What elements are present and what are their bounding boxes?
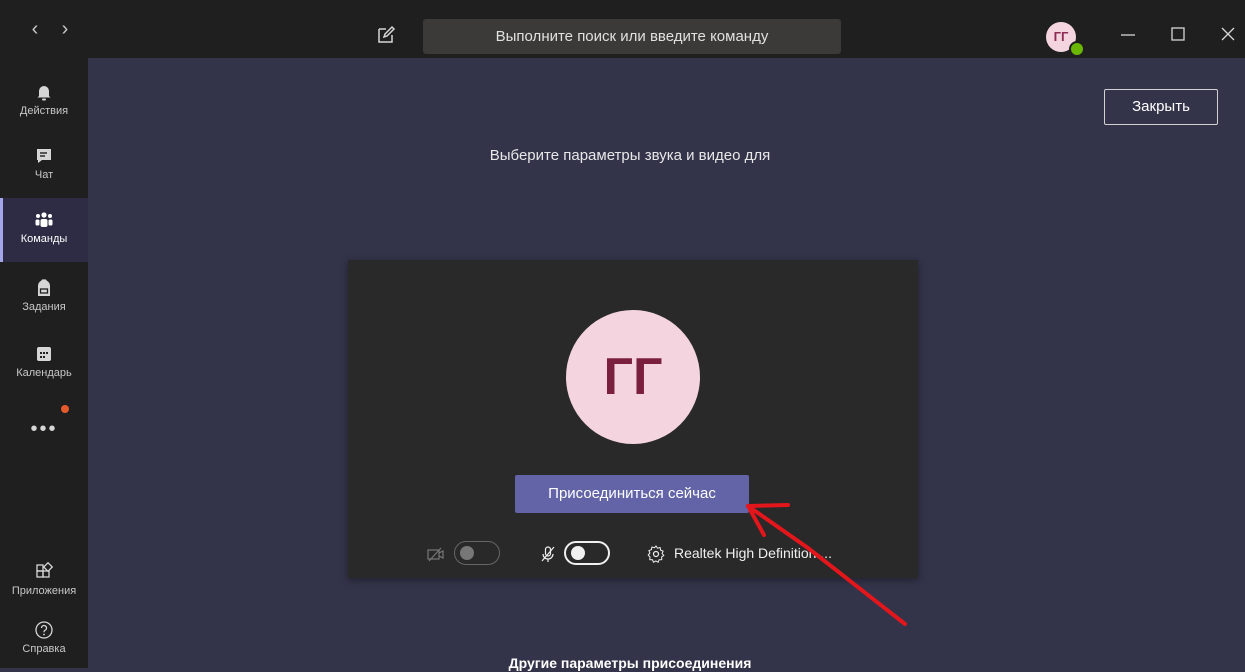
rail-item-teams[interactable]: Команды — [0, 198, 88, 262]
rail-item-apps[interactable]: Приложения — [0, 550, 88, 614]
rail-item-assignments[interactable]: Задания — [0, 266, 88, 330]
rail-item-chat[interactable]: Чат — [0, 134, 88, 198]
apps-icon — [36, 562, 54, 578]
app-rail: Действия Чат Команды Задания Календарь •… — [0, 58, 88, 668]
rail-item-label: Действия — [19, 105, 69, 117]
bell-icon — [37, 86, 51, 101]
calendar-icon — [37, 347, 51, 361]
camera-off-icon — [427, 547, 444, 562]
rail-item-label: Задания — [22, 301, 66, 313]
rail-item-label: Команды — [20, 233, 68, 245]
rail-item-label: Справка — [22, 643, 66, 655]
rail-item-help[interactable]: Справка — [0, 608, 88, 672]
teams-icon — [35, 212, 53, 227]
rail-item-label: Календарь — [16, 367, 72, 379]
video-preview-panel: ГГ Присоединиться сейчас Realtek High De… — [348, 260, 918, 578]
forward-arrow-icon[interactable]: › — [55, 18, 75, 40]
search-input[interactable]: Выполните поиск или введите команду — [423, 19, 841, 54]
other-join-options-link[interactable]: Другие параметры присоединения — [400, 655, 860, 671]
close-window-icon[interactable] — [1218, 24, 1238, 44]
chat-icon — [37, 149, 51, 163]
camera-toggle[interactable] — [454, 541, 500, 565]
mic-off-icon — [541, 546, 555, 562]
rail-item-label: Приложения — [11, 585, 77, 597]
presence-status-icon — [1069, 41, 1085, 57]
compose-icon[interactable] — [376, 25, 396, 45]
close-button[interactable]: Закрыть — [1104, 89, 1218, 125]
avatar: ГГ — [566, 310, 700, 444]
rail-item-calendar[interactable]: Календарь — [0, 332, 88, 396]
notification-dot — [61, 405, 69, 413]
join-now-button[interactable]: Присоединиться сейчас — [515, 475, 749, 513]
minimize-icon[interactable] — [1118, 24, 1138, 44]
rail-item-label: Чат — [34, 169, 54, 181]
page-title: Выберите параметры звука и видео для — [489, 147, 771, 164]
help-icon — [35, 621, 53, 639]
audio-device-label[interactable]: Realtek High Definition ... — [674, 545, 832, 561]
back-arrow-icon[interactable]: ‹ — [25, 18, 45, 40]
more-apps-button[interactable]: ••• — [0, 418, 88, 441]
rail-item-activity[interactable]: Действия — [0, 70, 88, 134]
backpack-icon — [38, 279, 50, 296]
title-bar: ‹ › Выполните поиск или введите команду … — [0, 0, 1245, 58]
gear-icon[interactable] — [646, 544, 666, 564]
mic-toggle[interactable] — [564, 541, 610, 565]
maximize-icon[interactable] — [1168, 24, 1188, 44]
